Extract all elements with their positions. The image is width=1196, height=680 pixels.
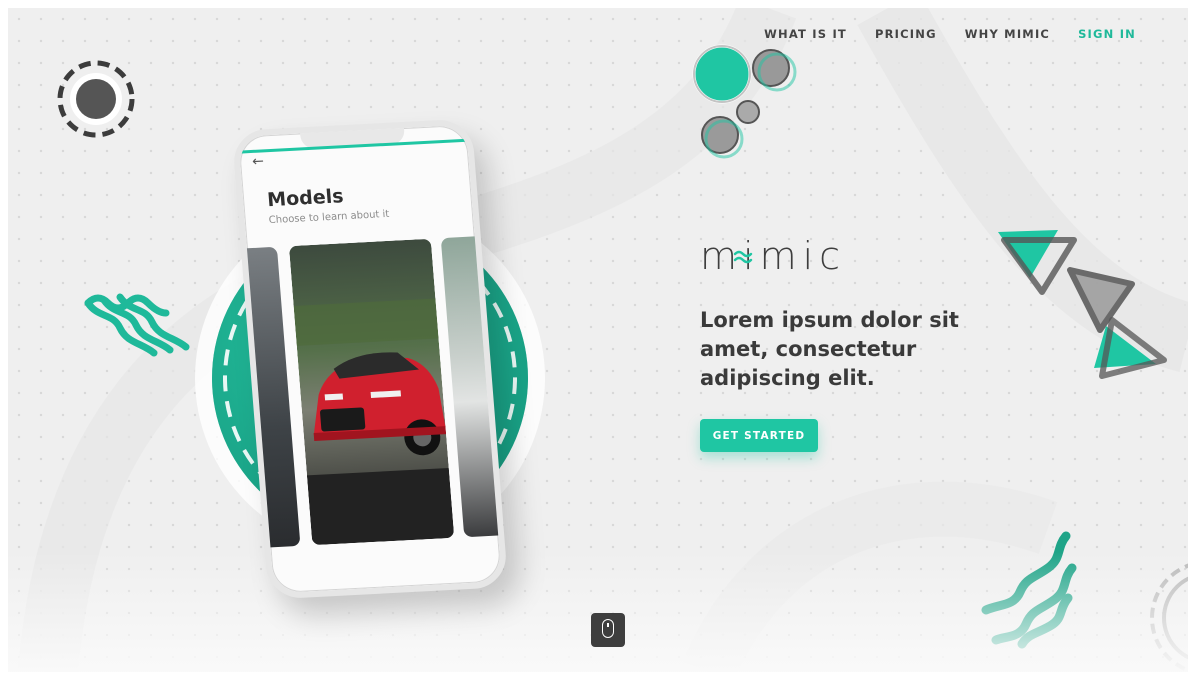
- get-started-button[interactable]: GET STARTED: [700, 419, 818, 452]
- screen-title: Models: [266, 185, 345, 212]
- screen-subtitle: Choose to learn about it: [268, 208, 390, 227]
- wave-logo-icon: [733, 250, 753, 264]
- nav-pricing[interactable]: PRICING: [875, 27, 937, 41]
- car-image: [288, 238, 455, 546]
- nav-why-mimic[interactable]: WHY MIMIC: [965, 27, 1050, 41]
- hero-headline: Lorem ipsum dolor sit amet, consectetur …: [700, 308, 959, 390]
- landing-page: WHAT IS IT PRICING WHY MIMIC SIGN IN ← M…: [8, 8, 1188, 672]
- model-card-center[interactable]: [288, 238, 455, 546]
- mouse-scroll-icon[interactable]: [591, 613, 625, 647]
- logo-text: mimic: [700, 234, 847, 278]
- model-card-right[interactable]: [440, 235, 509, 538]
- mouse-icon: [602, 619, 614, 638]
- phone-device: ← Models Choose to learn about it: [231, 118, 509, 600]
- brand-logo: mimic: [700, 234, 875, 278]
- nav-sign-in[interactable]: SIGN IN: [1078, 27, 1136, 41]
- model-card-left[interactable]: [236, 246, 301, 548]
- target-circle-decor: [57, 60, 135, 138]
- phone-mockup: ← Models Choose to learn about it: [158, 108, 578, 628]
- nav-what-is-it[interactable]: WHAT IS IT: [764, 27, 847, 41]
- arrow-left-icon[interactable]: ←: [252, 153, 265, 170]
- top-nav: WHAT IS IT PRICING WHY MIMIC SIGN IN: [764, 27, 1136, 41]
- phone-screen: ← Models Choose to learn about it: [231, 118, 509, 600]
